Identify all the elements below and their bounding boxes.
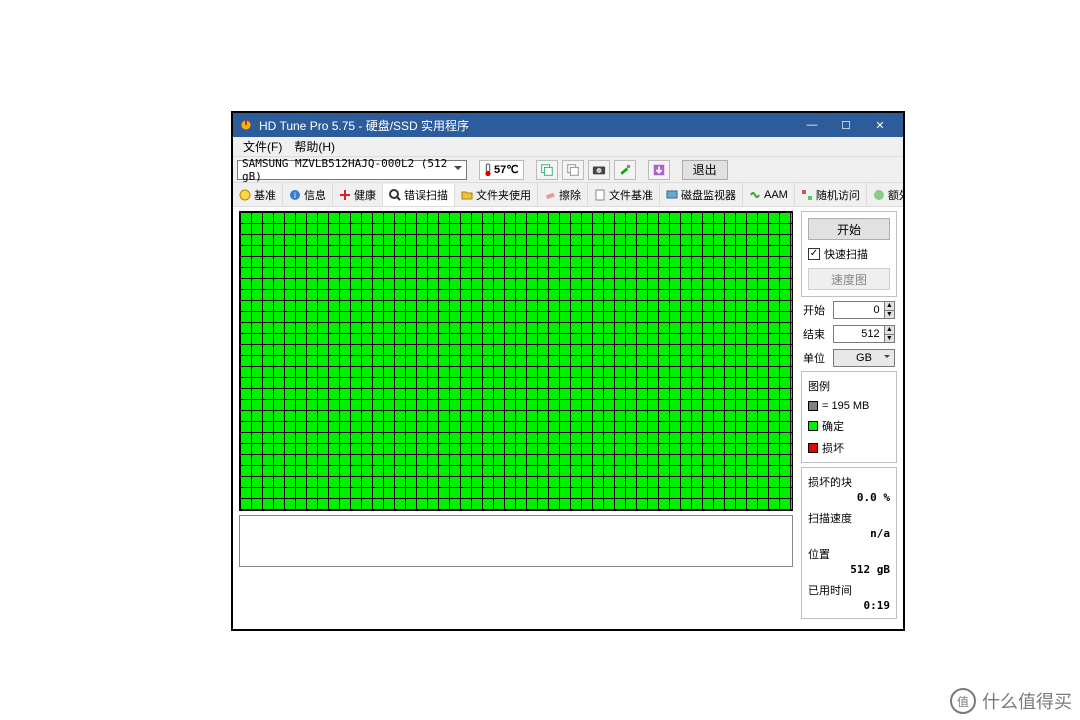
start-button[interactable]: 开始 bbox=[808, 218, 890, 240]
tab-health[interactable]: 健康 bbox=[333, 183, 383, 206]
thermometer-icon bbox=[484, 163, 492, 177]
menu-bar: 文件(F) 帮助(H) bbox=[233, 137, 903, 157]
start-label: 开始 bbox=[803, 302, 829, 318]
ok-icon bbox=[808, 421, 818, 431]
speedmap-button: 速度图 bbox=[808, 268, 890, 290]
maximize-button[interactable]: ☐ bbox=[829, 113, 863, 137]
tab-random-access[interactable]: 随机访问 bbox=[795, 183, 867, 206]
tab-file-benchmark[interactable]: 文件基准 bbox=[588, 183, 660, 206]
bad-icon bbox=[808, 443, 818, 453]
window-title: HD Tune Pro 5.75 - 硬盘/SSD 实用程序 bbox=[259, 117, 469, 134]
menu-help[interactable]: 帮助(H) bbox=[288, 138, 341, 155]
scan-grid bbox=[239, 211, 793, 511]
drive-name: SAMSUNG MZVLB512HAJQ-000L2 (512 gB) bbox=[242, 157, 450, 183]
watermark: 值 什么值得买 bbox=[950, 688, 1072, 714]
tab-aam[interactable]: AAM bbox=[743, 183, 795, 206]
drive-select[interactable]: SAMSUNG MZVLB512HAJQ-000L2 (512 gB) bbox=[237, 160, 467, 180]
spin-down-icon[interactable]: ▼ bbox=[885, 335, 894, 343]
titlebar: HD Tune Pro 5.75 - 硬盘/SSD 实用程序 — ☐ ✕ bbox=[233, 113, 903, 137]
app-window: HD Tune Pro 5.75 - 硬盘/SSD 实用程序 — ☐ ✕ 文件(… bbox=[232, 112, 904, 630]
tab-benchmark[interactable]: 基准 bbox=[233, 183, 283, 206]
position-label: 位置 bbox=[808, 546, 890, 562]
menu-file[interactable]: 文件(F) bbox=[237, 138, 288, 155]
checkbox-icon: ✓ bbox=[808, 248, 820, 260]
screenshot-button[interactable] bbox=[588, 160, 610, 180]
legend-ok: 确定 bbox=[808, 418, 890, 434]
unit-label: 单位 bbox=[803, 350, 829, 366]
device-toolbar: SAMSUNG MZVLB512HAJQ-000L2 (512 gB) 57℃ … bbox=[233, 157, 903, 183]
legend-bad: 损坏 bbox=[808, 440, 890, 456]
temperature: 57℃ bbox=[479, 160, 524, 180]
elapsed-label: 已用时间 bbox=[808, 582, 890, 598]
spin-down-icon[interactable]: ▼ bbox=[885, 311, 894, 319]
position-value: 512 gB bbox=[808, 563, 890, 576]
tab-info[interactable]: i信息 bbox=[283, 183, 333, 206]
damaged-value: 0.0 % bbox=[808, 491, 890, 504]
speed-label: 扫描速度 bbox=[808, 510, 890, 526]
settings-button[interactable] bbox=[614, 160, 636, 180]
tab-extra-tests[interactable]: 额外测试 bbox=[867, 183, 903, 206]
tab-folder-usage[interactable]: 文件夹使用 bbox=[455, 183, 538, 206]
log-box bbox=[239, 515, 793, 567]
copy-info-button[interactable] bbox=[536, 160, 558, 180]
spin-up-icon[interactable]: ▲ bbox=[885, 302, 894, 311]
spin-up-icon[interactable]: ▲ bbox=[885, 326, 894, 335]
end-input[interactable]: ▲▼ bbox=[833, 325, 895, 343]
watermark-icon: 值 bbox=[950, 688, 976, 714]
content-area: 开始 ✓ 快速扫描 速度图 开始 ▲▼ 结束 bbox=[233, 207, 903, 629]
copy-text-button[interactable] bbox=[562, 160, 584, 180]
speed-value: n/a bbox=[808, 527, 890, 540]
quick-scan-checkbox[interactable]: ✓ 快速扫描 bbox=[808, 246, 890, 262]
app-icon bbox=[239, 118, 253, 132]
legend-title: 图例 bbox=[808, 378, 890, 394]
tab-disk-monitor[interactable]: 磁盘监视器 bbox=[660, 183, 743, 206]
tab-error-scan[interactable]: 错误扫描 bbox=[383, 184, 455, 207]
close-button[interactable]: ✕ bbox=[863, 113, 897, 137]
elapsed-value: 0:19 bbox=[808, 599, 890, 612]
minimize-button[interactable]: — bbox=[795, 113, 829, 137]
block-icon bbox=[808, 401, 818, 411]
exit-button[interactable]: 退出 bbox=[682, 160, 728, 180]
save-button[interactable] bbox=[648, 160, 670, 180]
svg-text:i: i bbox=[294, 191, 296, 200]
end-label: 结束 bbox=[803, 326, 829, 342]
unit-select[interactable]: GB bbox=[833, 349, 895, 367]
damaged-label: 损坏的块 bbox=[808, 474, 890, 490]
start-input[interactable]: ▲▼ bbox=[833, 301, 895, 319]
tab-erase[interactable]: 擦除 bbox=[538, 183, 588, 206]
legend-block: = 195 MB bbox=[808, 400, 890, 412]
tab-bar: 基准 i信息 健康 错误扫描 文件夹使用 擦除 文件基准 磁盘监视器 AAM 随… bbox=[233, 183, 903, 207]
